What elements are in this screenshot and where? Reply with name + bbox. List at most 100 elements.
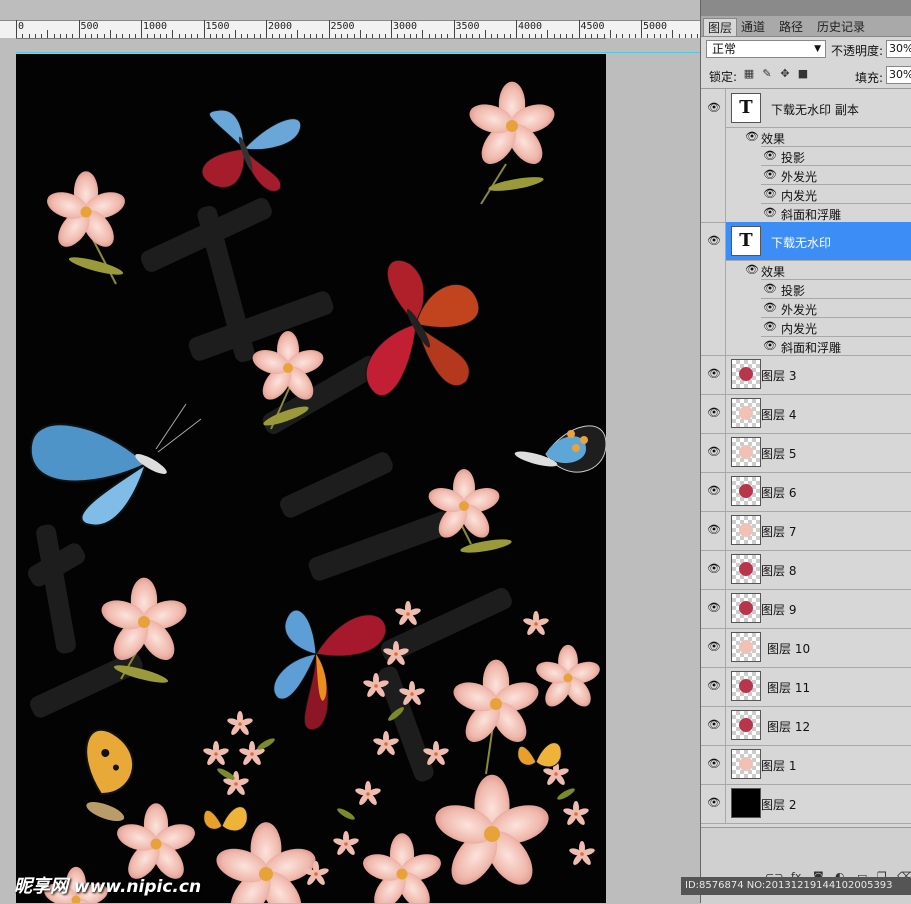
effect-item[interactable]: 内发光 — [781, 187, 817, 204]
opacity-input[interactable]: 30% — [886, 40, 911, 58]
ruler-tick — [416, 34, 417, 38]
tab-history[interactable]: 历史记录 — [813, 18, 869, 36]
image-layer-name[interactable]: 图层 5 — [761, 445, 796, 462]
ruler-tick — [66, 34, 67, 38]
image-layer-name[interactable]: 图层 10 — [767, 640, 810, 657]
ruler-tick — [166, 34, 167, 38]
visibility-eye-icon[interactable]: 👁 — [707, 485, 721, 496]
ruler-tick — [578, 20, 580, 38]
ruler-tick — [441, 34, 442, 38]
tab-layers[interactable]: 图层 — [703, 18, 738, 36]
ruler-tick — [509, 34, 511, 38]
effect-eye-icon[interactable]: 👁 — [763, 168, 777, 181]
ruler-tick — [284, 34, 286, 38]
visibility-eye-icon[interactable]: 👁 — [707, 407, 721, 418]
visibility-eye-icon[interactable]: 👁 — [707, 797, 721, 808]
effect-eye-icon[interactable]: 👁 — [763, 320, 777, 333]
lock-move-icon[interactable]: ✥ — [779, 68, 791, 80]
effects-label: 效果 — [761, 265, 786, 279]
ruler-tick — [428, 34, 430, 38]
effect-item[interactable]: 投影 — [781, 149, 805, 166]
visibility-eye-icon[interactable]: 👁 — [707, 758, 721, 769]
image-layer-name[interactable]: 图层 4 — [761, 406, 796, 423]
site-watermark: 昵享网 www.nipic.cn — [14, 872, 201, 898]
flower-thumb-shape — [739, 523, 753, 537]
fill-label: 填充: — [855, 71, 884, 85]
ruler-tick — [566, 34, 567, 38]
lock-paint-icon[interactable]: ✎ — [761, 68, 773, 80]
left-ruler[interactable] — [0, 38, 16, 903]
top-ruler[interactable]: 0 500 1000 1500 2000 2500 3000 3500 4000 4500 5000 — [0, 0, 700, 39]
effects-eye-icon[interactable]: 👁 — [745, 263, 759, 276]
visibility-eye-icon[interactable]: 👁 — [707, 641, 721, 652]
butterfly-thumb-shape — [739, 718, 753, 732]
lock-all-icon[interactable]: ■ — [797, 68, 809, 80]
effect-item[interactable]: 斜面和浮雕 — [781, 339, 841, 356]
effect-eye-icon[interactable]: 👁 — [763, 301, 777, 314]
visibility-eye-icon[interactable]: 👁 — [707, 680, 721, 691]
image-layer-name[interactable]: 图层 12 — [767, 718, 810, 735]
guide-line[interactable] — [16, 52, 700, 53]
document-canvas[interactable] — [16, 54, 606, 903]
image-layer-name[interactable]: 图层 7 — [761, 523, 796, 540]
row-separator — [761, 298, 911, 299]
ruler-tick — [116, 34, 117, 38]
visibility-eye-icon[interactable]: 👁 — [707, 102, 721, 113]
row-separator — [701, 706, 911, 707]
visibility-eye-icon[interactable]: 👁 — [707, 602, 721, 613]
visibility-eye-icon[interactable]: 👁 — [707, 719, 721, 730]
blend-mode-select[interactable]: 正常 ▼ — [706, 40, 826, 58]
lock-transparency-icon[interactable]: ▦ — [743, 68, 755, 80]
visibility-eye-icon[interactable]: 👁 — [707, 524, 721, 535]
ruler-tick — [641, 20, 642, 38]
tab-channels[interactable]: 通道 — [737, 18, 769, 36]
visibility-eye-icon[interactable]: 👁 — [707, 563, 721, 574]
effect-eye-icon[interactable]: 👁 — [763, 282, 777, 295]
ruler-tick — [378, 34, 380, 38]
visibility-eye-icon[interactable]: 👁 — [707, 446, 721, 457]
row-separator — [761, 203, 911, 204]
image-layer-name[interactable]: 图层 1 — [761, 757, 796, 774]
row-separator — [761, 336, 911, 337]
eye-column-divider — [725, 89, 726, 823]
butterfly-thumb-shape — [739, 601, 753, 615]
ruler-tick — [278, 34, 280, 38]
ruler-tick — [122, 34, 124, 38]
effect-item[interactable]: 外发光 — [781, 168, 817, 185]
row-separator — [701, 589, 911, 590]
image-layer-name[interactable]: 图层 3 — [761, 367, 796, 384]
image-layer-name[interactable]: 图层 8 — [761, 562, 796, 579]
ruler-tick — [259, 34, 261, 38]
image-layer-name[interactable]: 图层 2 — [761, 796, 796, 813]
effect-item[interactable]: 外发光 — [781, 301, 817, 318]
ruler-tick — [266, 20, 267, 38]
ruler-tick — [272, 34, 274, 38]
ruler-tick — [466, 34, 467, 38]
butterfly-thumb-shape — [739, 367, 753, 381]
effect-item[interactable]: 斜面和浮雕 — [781, 206, 841, 223]
visibility-eye-icon[interactable]: 👁 — [707, 235, 721, 246]
panel-tabs: 图层 通道 路径 历史记录 — [701, 16, 911, 37]
effect-eye-icon[interactable]: 👁 — [763, 206, 777, 219]
ruler-tick — [303, 34, 305, 38]
effect-eye-icon[interactable]: 👁 — [763, 149, 777, 162]
ruler-tick — [359, 30, 361, 38]
watermark-url: www.nipic.cn — [73, 877, 202, 897]
ruler-tick — [191, 34, 192, 38]
watermark-logo: 昵享网 — [14, 876, 68, 897]
tab-paths[interactable]: 路径 — [775, 18, 807, 36]
text-layer-name[interactable]: 下载无水印 — [771, 234, 831, 251]
visibility-eye-icon[interactable]: 👁 — [707, 368, 721, 379]
image-layer-name[interactable]: 图层 11 — [767, 679, 810, 696]
image-layer-name[interactable]: 图层 6 — [761, 484, 796, 501]
fill-input[interactable]: 30% — [886, 66, 911, 84]
effect-eye-icon[interactable]: 👁 — [763, 339, 777, 352]
effect-item[interactable]: 投影 — [781, 282, 805, 299]
ruler-tick — [534, 34, 536, 38]
effects-eye-icon[interactable]: 👁 — [745, 130, 759, 143]
effect-item[interactable]: 内发光 — [781, 320, 817, 337]
panel-header-bar — [701, 0, 911, 16]
effect-eye-icon[interactable]: 👁 — [763, 187, 777, 200]
image-layer-name[interactable]: 图层 9 — [761, 601, 796, 618]
text-layer-name[interactable]: 下载无水印 副本 — [771, 101, 859, 118]
